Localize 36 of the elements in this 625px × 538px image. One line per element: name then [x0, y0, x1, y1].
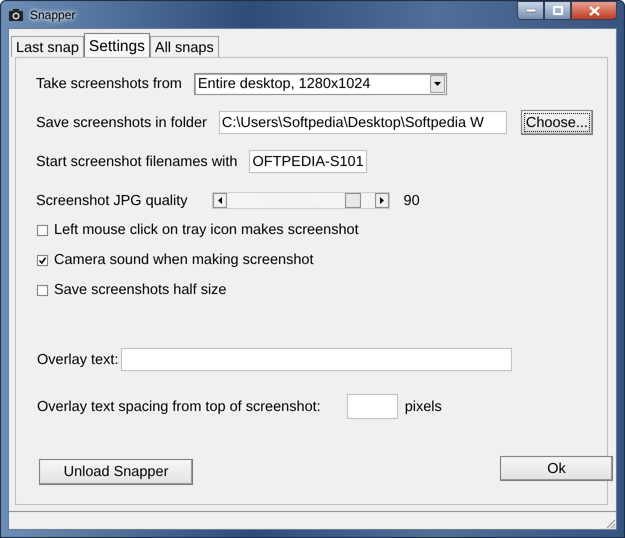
slider-thumb[interactable]: [345, 193, 362, 208]
quality-label: Screenshot JPG quality: [36, 192, 188, 208]
quality-slider[interactable]: [212, 192, 390, 209]
spacing-label: Overlay text spacing from top of screenshot:: [37, 398, 321, 414]
quality-value: 90: [404, 192, 420, 208]
resize-grip-icon: [605, 518, 616, 529]
prefix-label: Start screenshot filenames with: [36, 154, 238, 170]
ok-button[interactable]: Ok: [500, 456, 613, 481]
checkbox[interactable]: [37, 254, 48, 266]
source-dropdown[interactable]: Entire desktop, 1280x1024: [194, 72, 447, 94]
choose-button[interactable]: Choose...: [520, 110, 593, 135]
maximize-icon: [552, 6, 562, 15]
minimize-icon: [526, 8, 536, 12]
overlay-label: Overlay text:: [37, 352, 118, 368]
tab[interactable]: Settings: [84, 33, 150, 57]
close-button[interactable]: [571, 1, 617, 20]
checkbox-label[interactable]: Camera sound when making screenshot: [54, 252, 314, 268]
checkbox-label[interactable]: Left mouse click on tray icon makes screenshot: [54, 222, 359, 238]
close-icon: [588, 6, 600, 16]
prefix-field[interactable]: OFTPEDIA-S101: [249, 150, 368, 173]
tab[interactable]: Last snap: [11, 36, 84, 57]
minimize-button[interactable]: [517, 1, 544, 20]
source-label: Take screenshots from: [36, 76, 182, 92]
checkbox[interactable]: [37, 224, 48, 236]
checkbox-label[interactable]: Save screenshots half size: [54, 282, 226, 298]
folder-field[interactable]: C:\Users\Softpedia\Desktop\Softpedia W: [218, 111, 507, 134]
pixels-label: pixels: [404, 398, 442, 414]
unload-button[interactable]: Unload Snapper: [39, 459, 193, 485]
overlay-text-field[interactable]: [121, 348, 512, 371]
camera-icon: [8, 6, 24, 22]
folder-label: Save screenshots in folder: [36, 114, 207, 130]
maximize-button[interactable]: [544, 1, 571, 20]
spacing-field[interactable]: [346, 394, 398, 419]
tab[interactable]: All snaps: [150, 36, 219, 57]
window-title: Snapper: [30, 8, 76, 22]
checkbox[interactable]: [37, 284, 48, 296]
